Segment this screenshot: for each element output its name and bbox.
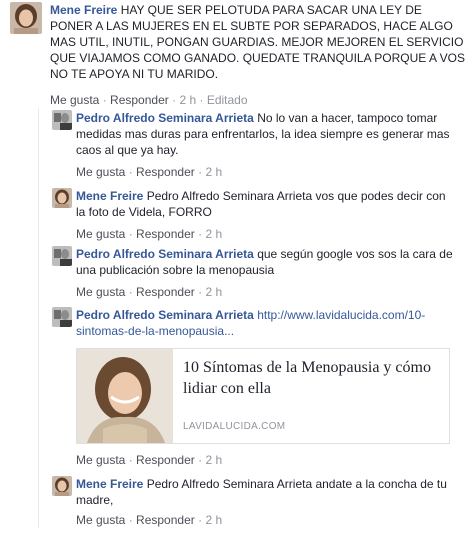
like-button[interactable]: Me gusta [76,285,125,299]
comment: Mene Freire HAY QUE SER PELOTUDA PARA SA… [10,2,465,110]
timestamp[interactable]: 2 h [205,453,222,467]
like-button[interactable]: Me gusta [76,165,125,179]
reply-button[interactable]: Responder [136,165,195,179]
reply-button[interactable]: Responder [110,93,169,107]
avatar[interactable] [52,307,72,327]
avatar[interactable] [52,476,72,496]
separator: · [128,453,133,467]
edited-label[interactable]: Editado [207,93,248,107]
timestamp[interactable]: 2 h [205,513,222,527]
separator: · [198,285,203,299]
reply-thread-line [38,108,39,528]
timestamp[interactable]: 2 h [205,227,222,241]
reply-button[interactable]: Responder [136,453,195,467]
comment-actions: Me gusta · Responder · 2 h [76,512,222,528]
link-preview-domain: LAVIDALUCIDA.COM [183,421,286,432]
separator: · [128,285,133,299]
comment-actions: Me gusta · Responder · 2 h [76,226,222,242]
avatar[interactable] [52,246,72,266]
comment-author[interactable]: Mene Freire [50,3,117,17]
like-button[interactable]: Me gusta [76,227,125,241]
reply-button[interactable]: Responder [136,513,195,527]
separator: · [198,513,203,527]
reply-button[interactable]: Responder [136,285,195,299]
reply: Pedro Alfredo Seminara Arrieta No lo van… [52,110,462,180]
separator: · [128,165,133,179]
separator: · [198,165,203,179]
separator: · [198,453,203,467]
comment-author[interactable]: Mene Freire [76,189,143,203]
separator: · [102,93,107,107]
comment-author[interactable]: Pedro Alfredo Seminara Arrieta [76,247,254,261]
separator: · [172,93,177,107]
reply: Pedro Alfredo Seminara Arrieta que según… [52,246,462,300]
comment-author[interactable]: Pedro Alfredo Seminara Arrieta [76,308,254,322]
comment-actions: Me gusta · Responder · 2 h [76,284,222,300]
comment-actions: Me gusta · Responder · 2 h [76,452,222,468]
avatar[interactable] [52,188,72,208]
timestamp[interactable]: 2 h [205,285,222,299]
timestamp[interactable]: 2 h [205,165,222,179]
like-button[interactable]: Me gusta [50,93,99,107]
timestamp[interactable]: 2 h [179,93,196,107]
reply: Mene Freire Pedro Alfredo Seminara Arrie… [52,188,462,242]
separator: · [199,93,204,107]
comment-author[interactable]: Mene Freire [76,477,143,491]
link-preview-card[interactable]: 10 Síntomas de la Menopausia y cómo lidi… [76,348,450,444]
separator: · [198,227,203,241]
comment-actions: Me gusta · Responder · 2 h [76,164,222,180]
link-preview-image [77,349,173,443]
avatar[interactable] [10,2,42,34]
separator: · [128,513,133,527]
link-preview-title[interactable]: 10 Síntomas de la Menopausia y cómo lidi… [183,357,443,399]
comment-actions: Me gusta · Responder · 2 h · Editado [50,92,248,108]
reply: Mene Freire Pedro Alfredo Seminara Arrie… [52,476,462,530]
like-button[interactable]: Me gusta [76,453,125,467]
reply-button[interactable]: Responder [136,227,195,241]
avatar[interactable] [52,110,72,130]
separator: · [128,227,133,241]
reply: Pedro Alfredo Seminara Arrieta http://ww… [52,307,462,347]
comment-author[interactable]: Pedro Alfredo Seminara Arrieta [76,111,254,125]
like-button[interactable]: Me gusta [76,513,125,527]
